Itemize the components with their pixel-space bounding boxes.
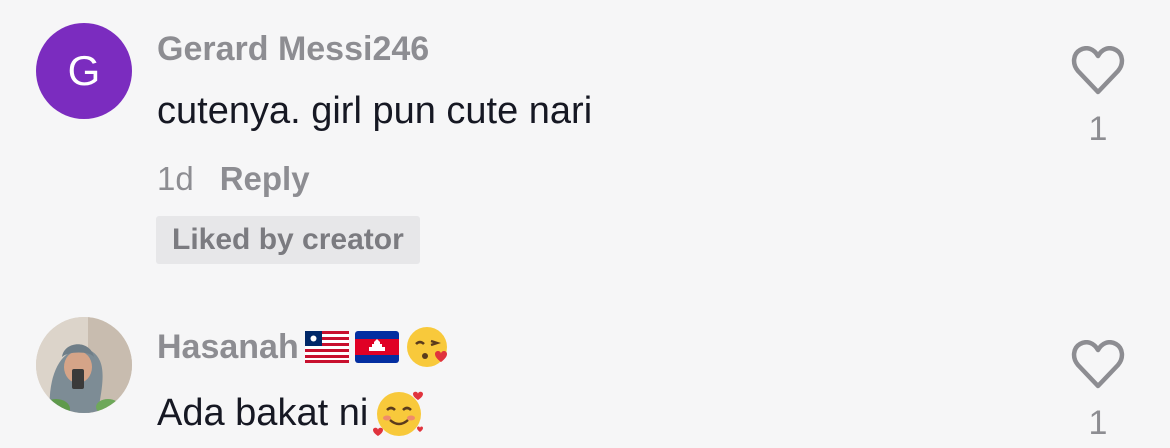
badge-label: Liked by creator — [172, 223, 404, 256]
comment-meta: 1d Reply — [157, 160, 310, 198]
heart-icon — [1071, 46, 1125, 95]
like-count: 1 — [1088, 110, 1108, 148]
cambodia-flag-icon — [354, 331, 399, 363]
comment-text: cutenya. girl pun cute nari — [157, 90, 592, 133]
liberia-flag-icon — [304, 331, 349, 363]
like-button[interactable]: 1 — [1066, 46, 1130, 149]
avatar-photo-image — [36, 317, 132, 413]
comment-text-content: cutenya. girl pun cute nari — [157, 90, 593, 132]
username-text: Hasanah — [157, 327, 299, 366]
comment-username[interactable]: Hasanah — [157, 324, 451, 370]
comment-text-content: Ada bakat ni — [157, 391, 369, 434]
comment-time: 1d — [157, 160, 194, 197]
smiling-hearts-emoji-icon — [373, 391, 424, 436]
like-button[interactable]: 1 — [1066, 340, 1130, 443]
liked-by-creator-badge: Liked by creator — [156, 216, 420, 264]
comment-text: Ada bakat ni — [157, 386, 428, 440]
kissing-heart-emoji-icon — [406, 327, 447, 367]
reply-button[interactable]: Reply — [220, 160, 310, 198]
comment-username[interactable]: Gerard Messi246 — [157, 30, 429, 69]
avatar-letter: G — [67, 47, 101, 94]
like-count: 1 — [1088, 404, 1108, 442]
username-text: Gerard Messi246 — [157, 30, 430, 68]
avatar[interactable]: G — [36, 23, 132, 119]
avatar[interactable] — [36, 317, 132, 413]
heart-icon — [1071, 340, 1125, 389]
